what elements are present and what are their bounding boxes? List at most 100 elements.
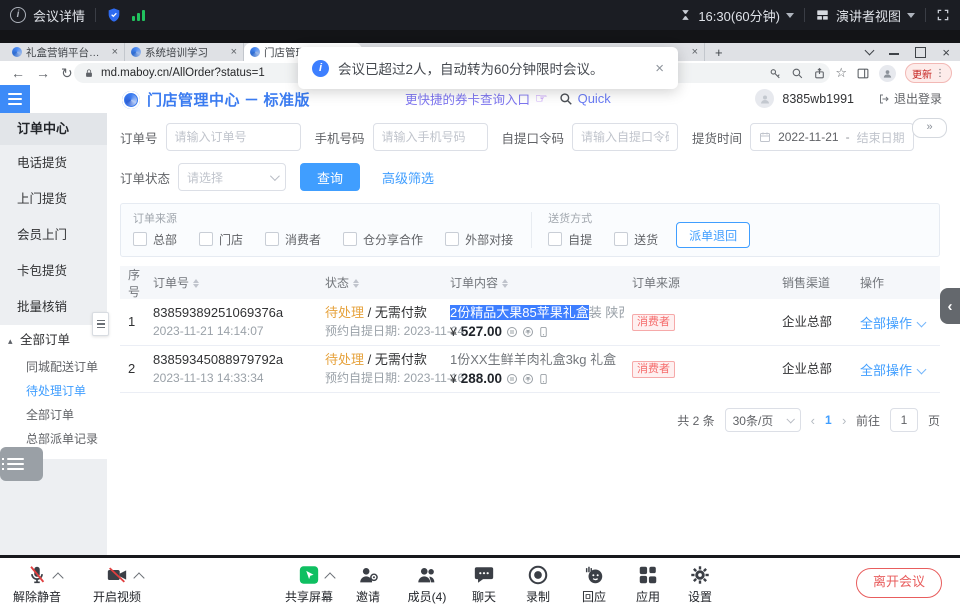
phone-input[interactable] [373, 123, 488, 151]
dispatch-return-button[interactable]: 派单退回 [676, 222, 750, 248]
order-content-selected[interactable]: 2份精品大果85苹果礼盒 [450, 305, 589, 320]
checkbox-icon[interactable] [548, 232, 562, 246]
back-icon[interactable]: ← [11, 65, 25, 81]
gift-icon[interactable] [522, 373, 534, 385]
floating-list-button[interactable] [0, 447, 43, 481]
checkbox-store[interactable]: 门店 [199, 231, 243, 248]
date-start-value[interactable]: 2022-11-21 [778, 130, 839, 144]
chat-button[interactable]: 聊天 [458, 562, 510, 605]
username[interactable]: 8385wb1991 [782, 92, 854, 106]
sidebar-group-toggle[interactable]: ▴ 全部订单 [0, 325, 107, 355]
checkbox-icon[interactable] [199, 232, 213, 246]
all-actions-dropdown[interactable]: 全部操作 [860, 363, 912, 378]
checkbox-icon[interactable] [343, 232, 357, 246]
page-size-select[interactable]: 30条/页 [725, 408, 801, 432]
sort-icon[interactable] [193, 279, 199, 288]
sidebar-section-order-center[interactable]: 订单中心 [0, 113, 107, 145]
side-panel-icon[interactable] [856, 67, 870, 80]
chevron-down-icon[interactable] [907, 13, 915, 18]
zoom-icon[interactable] [791, 67, 804, 80]
sidebar-item-member-visit[interactable]: 会员上门 [0, 217, 107, 253]
sidebar-item-batch-verify[interactable]: 批量核销 [0, 289, 107, 325]
record-button[interactable]: 录制 [510, 562, 566, 605]
phone-icon[interactable] [538, 373, 549, 385]
checkbox-icon[interactable] [614, 232, 628, 246]
window-maximize-icon[interactable] [915, 47, 926, 58]
order-no-input[interactable] [166, 123, 301, 151]
checkbox-icon[interactable] [445, 232, 459, 246]
quick-entry[interactable]: 更快捷的券卡查询入口 ☞ Quick [405, 89, 611, 108]
mic-options-caret[interactable] [52, 572, 63, 583]
order-status-select[interactable]: 请选择 [178, 163, 286, 191]
toast-close-icon[interactable]: × [655, 60, 664, 77]
password-key-icon[interactable] [769, 67, 782, 80]
network-signal-icon[interactable] [132, 9, 147, 21]
reload-icon[interactable]: ↻ [61, 65, 73, 82]
members-button[interactable]: 成员(4) [396, 562, 458, 605]
forward-icon[interactable]: → [36, 65, 50, 81]
meeting-details-label[interactable]: 会议详情 [33, 6, 85, 25]
checkbox-external[interactable]: 外部对接 [445, 231, 513, 248]
reaction-button[interactable]: 回应 [566, 562, 622, 605]
browser-profile-avatar[interactable] [879, 65, 896, 82]
settings-button[interactable]: 设置 [674, 562, 726, 605]
browser-update-button[interactable]: 更新 ⋮ [905, 63, 952, 83]
share-screen-button[interactable]: 共享屏幕 [278, 562, 340, 605]
panel-collapse-button[interactable]: » [912, 118, 947, 138]
right-panel-toggle[interactable]: ‹ [940, 288, 960, 324]
quick-entry-text[interactable]: 更快捷的券卡查询入口 [405, 89, 530, 108]
sidebar-collapse-handle[interactable] [92, 312, 109, 336]
shield-check-icon[interactable] [106, 7, 122, 23]
meeting-info-icon[interactable]: i [10, 7, 26, 23]
browser-menu-icon[interactable]: ⋮ [935, 68, 945, 79]
view-mode-selector[interactable]: 演讲者视图 [836, 6, 901, 25]
date-end-placeholder[interactable]: 结束日期 [857, 129, 905, 146]
start-video-button[interactable]: 开启视频 [86, 562, 148, 605]
all-actions-dropdown[interactable]: 全部操作 [860, 316, 912, 331]
checkbox-hq[interactable]: 总部 [133, 231, 177, 248]
pickup-code-input[interactable] [572, 123, 678, 151]
bookmark-star-icon[interactable]: ☆ [835, 65, 847, 81]
menu-toggle-button[interactable] [0, 85, 30, 113]
current-page[interactable]: 1 [825, 413, 832, 427]
tab-close-icon[interactable]: × [112, 46, 118, 58]
tab-close-icon[interactable]: × [231, 46, 237, 58]
logout-button[interactable]: 退出登录 [878, 90, 942, 107]
phone-icon[interactable] [538, 326, 549, 338]
sidebar-item-phone-pickup[interactable]: 电话提货 [0, 145, 107, 181]
search-button[interactable]: 查询 [300, 163, 360, 191]
sort-icon[interactable] [502, 279, 508, 288]
browser-tab[interactable]: 系统培训学习 × [125, 43, 244, 61]
share-options-caret[interactable] [324, 572, 335, 583]
apps-button[interactable]: 应用 [622, 562, 674, 605]
sidebar-subitem-city-delivery[interactable]: 同城配送订单 [0, 355, 107, 379]
quick-label[interactable]: Quick [578, 91, 611, 106]
share-icon[interactable] [813, 67, 826, 80]
checkbox-consumer[interactable]: 消费者 [265, 231, 321, 248]
checkbox-icon[interactable] [133, 232, 147, 246]
tab-search-icon[interactable] [865, 46, 875, 56]
chevron-down-icon[interactable] [786, 13, 794, 18]
browser-tab[interactable]: 礼盒营销平台管理中心 × [6, 43, 125, 61]
receipt-icon[interactable] [506, 326, 518, 338]
advanced-filter-link[interactable]: 高级筛选 [382, 168, 434, 187]
prev-page-icon[interactable]: ‹ [811, 413, 815, 428]
user-avatar[interactable] [755, 89, 774, 108]
checkbox-icon[interactable] [265, 232, 279, 246]
receipt-icon[interactable] [506, 373, 518, 385]
tab-close-icon[interactable]: × [692, 46, 698, 58]
gift-icon[interactable] [522, 326, 534, 338]
next-page-icon[interactable]: ‹ [842, 413, 846, 428]
sidebar-subitem-all-orders[interactable]: 全部订单 [0, 403, 107, 427]
invite-button[interactable]: 邀请 [340, 562, 396, 605]
goto-page-input[interactable] [890, 408, 918, 432]
unmute-button[interactable]: 解除静音 [6, 562, 68, 605]
sidebar-item-card-pickup[interactable]: 卡包提货 [0, 253, 107, 289]
leave-meeting-button[interactable]: 离开会议 [856, 568, 942, 598]
sidebar-item-door-pickup[interactable]: 上门提货 [0, 181, 107, 217]
checkbox-warehouse-share[interactable]: 仓分享合作 [343, 231, 423, 248]
window-minimize-icon[interactable] [889, 53, 899, 55]
video-options-caret[interactable] [133, 572, 144, 583]
sort-icon[interactable] [353, 279, 359, 288]
fullscreen-icon[interactable] [936, 8, 950, 22]
